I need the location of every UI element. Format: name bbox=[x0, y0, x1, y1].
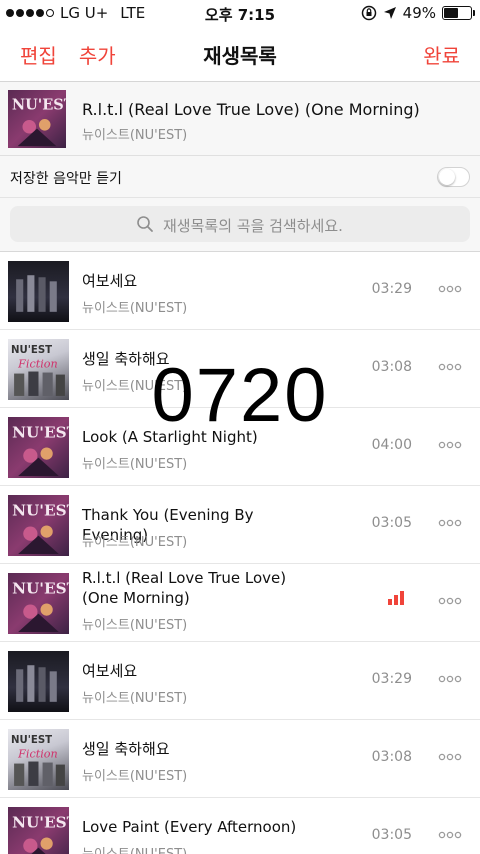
now-playing-title: R.l.t.l (Real Love True Love) (One Morni… bbox=[82, 100, 420, 119]
rotation-lock-icon bbox=[361, 5, 376, 21]
track-duration: 03:05 bbox=[371, 827, 412, 843]
album-art: NU'EST bbox=[8, 573, 69, 634]
battery-icon bbox=[442, 6, 475, 20]
track-artist: 뉴이스트(NU'EST) bbox=[82, 301, 188, 316]
track-duration: 03:29 bbox=[371, 671, 412, 687]
track-duration: 03:29 bbox=[371, 281, 412, 297]
more-options-icon[interactable] bbox=[438, 279, 462, 299]
track-row[interactable]: NU'EST Love Paint (Every Afternoon) 뉴이스트(N… bbox=[0, 798, 480, 854]
page-title: 재생목록 bbox=[203, 44, 277, 68]
track-duration: 03:08 bbox=[371, 749, 412, 765]
search-icon bbox=[137, 216, 153, 232]
svg-text:NU'EST: NU'EST bbox=[11, 735, 52, 746]
status-bar: LG U+ LTE 오후 7:15 49% bbox=[0, 0, 480, 28]
now-playing-artist: 뉴이스트(NU'EST) bbox=[82, 128, 188, 143]
track-row[interactable]: 여보세요뉴이스트(NU'EST) 03:29 bbox=[0, 252, 480, 330]
more-options-icon[interactable] bbox=[438, 669, 462, 689]
now-playing-bar[interactable]: NU'EST R.l.t.l (Real Love True Love) (On… bbox=[0, 82, 480, 156]
svg-text:Fiction: Fiction bbox=[17, 747, 58, 760]
track-artist: 뉴이스트(NU'EST) bbox=[82, 618, 188, 633]
track-artist: 뉴이스트(NU'EST) bbox=[82, 691, 188, 706]
saved-music-toggle[interactable] bbox=[437, 167, 470, 187]
now-playing-album-art: NU'EST bbox=[8, 90, 66, 148]
more-options-icon[interactable] bbox=[438, 591, 462, 611]
overlay-number: 0720 bbox=[151, 353, 329, 438]
svg-text:NU'EST: NU'EST bbox=[12, 96, 66, 113]
svg-text:NU'EST: NU'EST bbox=[12, 501, 69, 519]
album-art: NU'EST Fiction bbox=[8, 729, 69, 790]
track-row[interactable]: NU'EST Fiction 생일 축하해요뉴이스트(NU'EST) 03:08 bbox=[0, 720, 480, 798]
album-art: NU'EST bbox=[8, 495, 69, 556]
saved-music-label: 저장한 음악만 듣기 bbox=[10, 171, 122, 187]
now-playing-equalizer-icon bbox=[388, 591, 404, 605]
track-row[interactable]: NU'ESTThank You (Evening By Evening)뉴이스트… bbox=[0, 486, 480, 564]
track-title: 여보세요 bbox=[82, 272, 138, 290]
search-area: 재생목록의 곡을 검색하세요. bbox=[0, 198, 480, 252]
track-title: 생일 축하해요 bbox=[82, 740, 170, 758]
done-button[interactable]: 완료 bbox=[423, 44, 460, 68]
saved-music-filter: 저장한 음악만 듣기 bbox=[0, 156, 480, 198]
track-title: R.l.t.l (Real Love True Love) (One Morni… bbox=[82, 569, 287, 607]
track-artist: 뉴이스트(NU'EST) bbox=[82, 535, 188, 550]
track-list: 여보세요 뉴이스트(NU'EST) 03:29 NU'EST Fiction 생일 축하해… bbox=[0, 252, 480, 854]
more-options-icon[interactable] bbox=[438, 747, 462, 767]
more-options-icon[interactable] bbox=[438, 513, 462, 533]
track-title: Love Paint (Every Afternoon) bbox=[82, 818, 297, 836]
album-art: NU'EST bbox=[8, 807, 69, 854]
track-artist: 뉴이스트(NU'EST) bbox=[82, 457, 188, 472]
toggle-knob bbox=[439, 169, 455, 185]
album-art bbox=[8, 261, 69, 322]
battery-percent: 49% bbox=[402, 4, 436, 22]
track-row[interactable]: 여보세요뉴이스트(NU'EST) 03:29 bbox=[0, 642, 480, 720]
more-options-icon[interactable] bbox=[438, 825, 462, 845]
svg-text:NU'EST: NU'EST bbox=[12, 813, 69, 831]
track-artist: 뉴이스트(NU'EST) bbox=[82, 843, 187, 854]
track-title: 여보세요 bbox=[82, 662, 138, 680]
search-input[interactable]: 재생목록의 곡을 검색하세요. bbox=[10, 206, 470, 242]
search-placeholder: 재생목록의 곡을 검색하세요. bbox=[163, 217, 343, 235]
navigation-bar: 편집 추가 재생목록 완료 bbox=[0, 28, 480, 82]
track-duration: 04:00 bbox=[371, 437, 412, 453]
svg-text:NU'EST: NU'EST bbox=[12, 579, 69, 597]
track-duration: 03:05 bbox=[371, 515, 412, 531]
track-artist: 뉴이스트(NU'EST) bbox=[82, 769, 188, 784]
location-arrow-icon bbox=[383, 7, 396, 19]
track-row[interactable]: NU'EST R.l.t.l (Real Love True Love) (One… bbox=[0, 564, 480, 642]
album-art bbox=[8, 651, 69, 712]
